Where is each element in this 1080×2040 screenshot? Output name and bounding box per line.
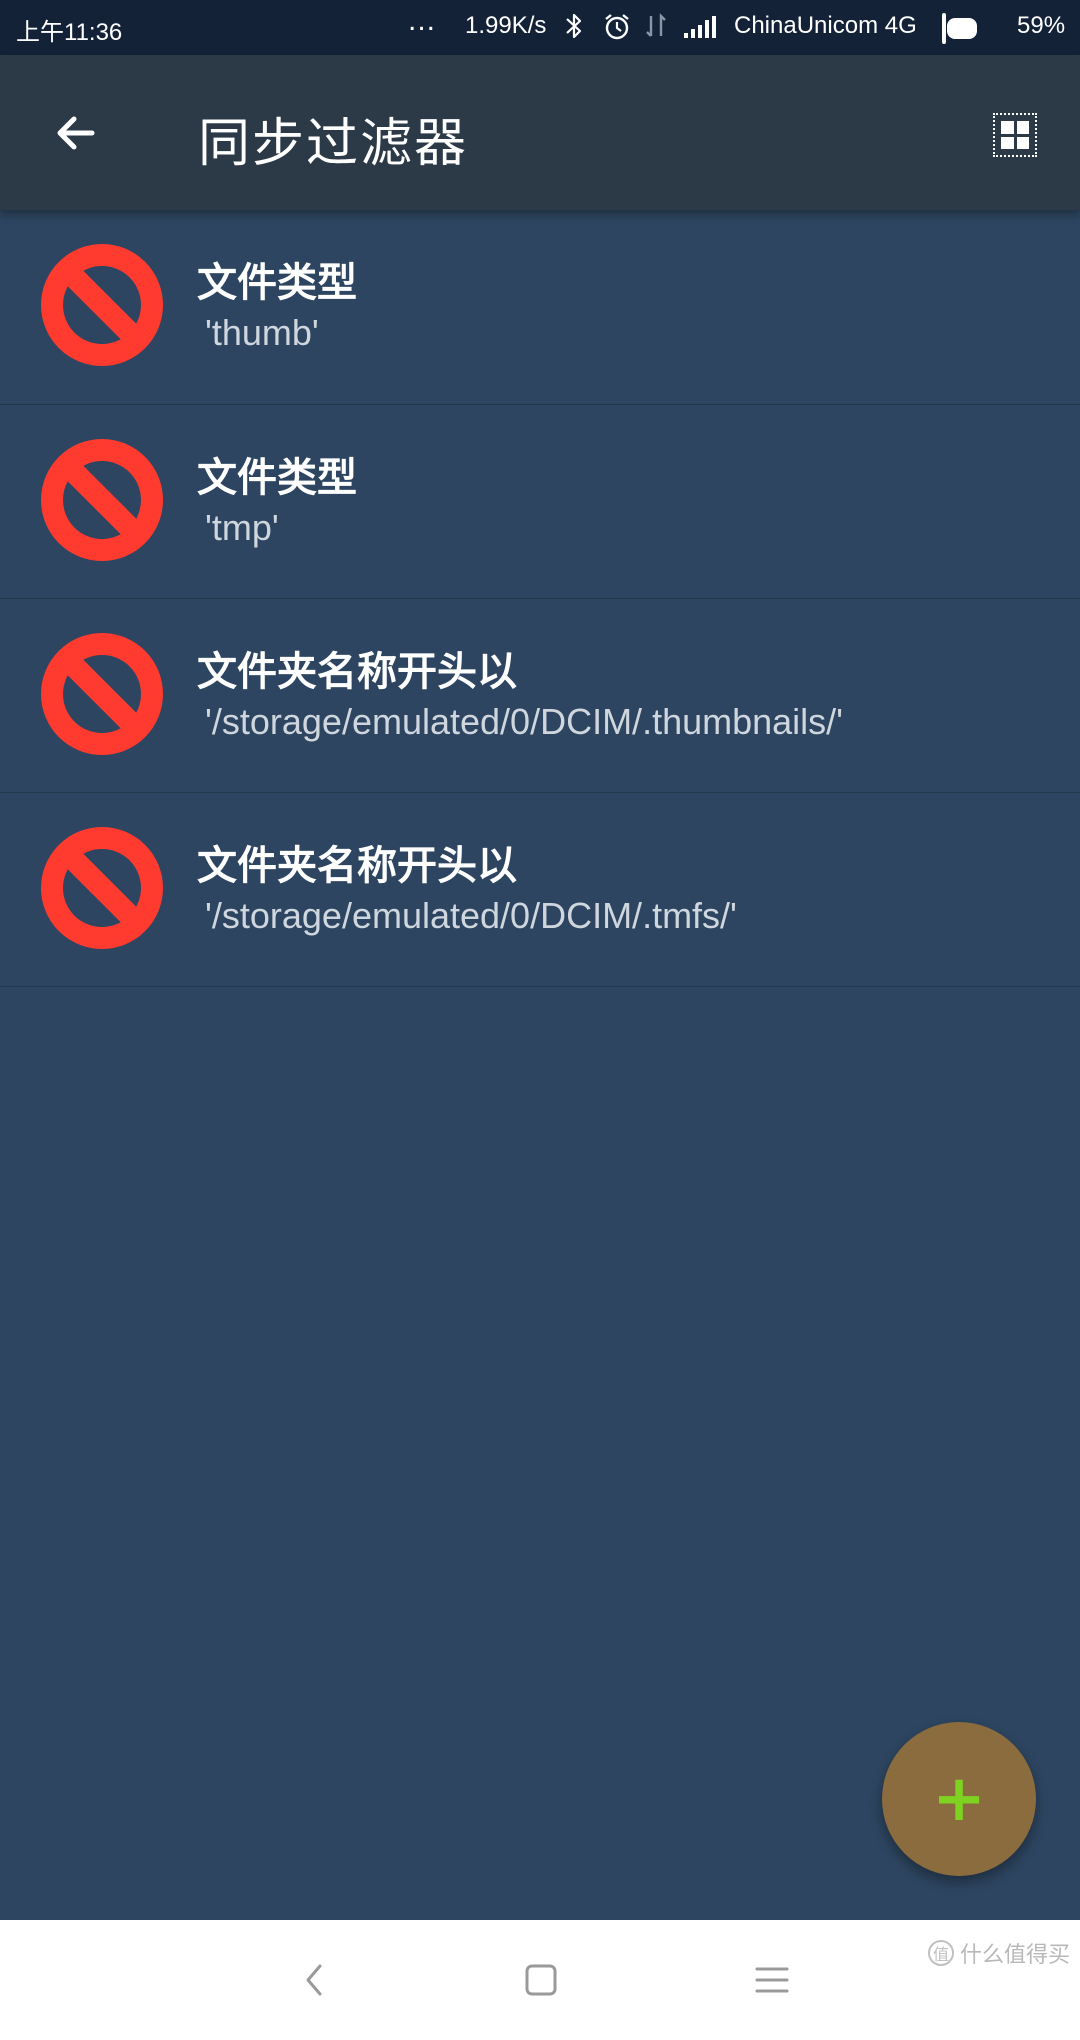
filter-item[interactable]: 文件类型 'tmp' <box>0 405 1080 599</box>
screen: 上午11:36 ... 1.99K/s ChinaUnicom 4G 59% 同… <box>0 0 1080 2040</box>
nav-menu-button[interactable] <box>742 1950 802 2010</box>
nav-menu-icon <box>755 1967 789 1993</box>
nav-home-button[interactable] <box>511 1950 571 2010</box>
filter-item[interactable]: 文件夹名称开头以 '/storage/emulated/0/DCIM/.tmfs… <box>0 793 1080 987</box>
data-transfer-icon <box>645 12 667 47</box>
watermark-text: 什么值得买 <box>959 1943 1070 1968</box>
filter-title: 文件类型 <box>197 455 357 501</box>
grid-view-button[interactable] <box>985 105 1045 165</box>
filter-title: 文件夹名称开头以 <box>197 649 517 695</box>
filter-value: 'thumb' <box>205 312 319 353</box>
app-bar: 同步过滤器 <box>0 55 1080 210</box>
watermark: 值 什么值得买 <box>927 1937 1070 1969</box>
signal-icon <box>684 14 716 38</box>
filter-title: 文件夹名称开头以 <box>197 843 517 889</box>
navigation-bar <box>0 1920 1080 2040</box>
filter-list: 文件类型 'thumb' 文件类型 'tmp' 文件夹名称开头以 '/stora… <box>0 210 1080 987</box>
back-button[interactable] <box>40 97 112 169</box>
block-icon <box>41 439 163 561</box>
bluetooth-icon <box>564 12 584 47</box>
status-time: 上午11:36 <box>16 19 123 46</box>
filter-value: '/storage/emulated/0/DCIM/.thumbnails/' <box>205 701 844 742</box>
status-bar: 上午11:36 ... 1.99K/s ChinaUnicom 4G 59% <box>0 0 1080 55</box>
status-carrier: ChinaUnicom 4G <box>734 12 917 39</box>
status-net-speed: 1.99K/s <box>465 12 547 39</box>
battery-icon <box>942 13 977 44</box>
status-more-dots: ... <box>408 4 437 37</box>
nav-back-button[interactable] <box>283 1950 343 2010</box>
filter-title: 文件类型 <box>197 260 357 306</box>
page-title: 同步过滤器 <box>198 114 469 174</box>
plus-icon: + <box>932 1762 986 1836</box>
arrow-left-icon <box>57 116 95 150</box>
alarm-icon <box>602 12 632 49</box>
block-icon <box>41 633 163 755</box>
watermark-logo-icon: 值 <box>927 1940 954 1966</box>
block-icon <box>41 244 163 366</box>
add-filter-button[interactable]: + <box>882 1722 1036 1876</box>
block-icon <box>41 827 163 949</box>
filter-value: 'tmp' <box>205 507 279 548</box>
grid-view-icon <box>993 113 1037 157</box>
filter-value: '/storage/emulated/0/DCIM/.tmfs/' <box>205 895 737 936</box>
filter-item[interactable]: 文件夹名称开头以 '/storage/emulated/0/DCIM/.thum… <box>0 599 1080 793</box>
nav-back-icon <box>306 1964 322 1996</box>
nav-home-icon <box>525 1964 557 1996</box>
filter-item[interactable]: 文件类型 'thumb' <box>0 210 1080 405</box>
battery-percent: 59% <box>1017 12 1066 39</box>
